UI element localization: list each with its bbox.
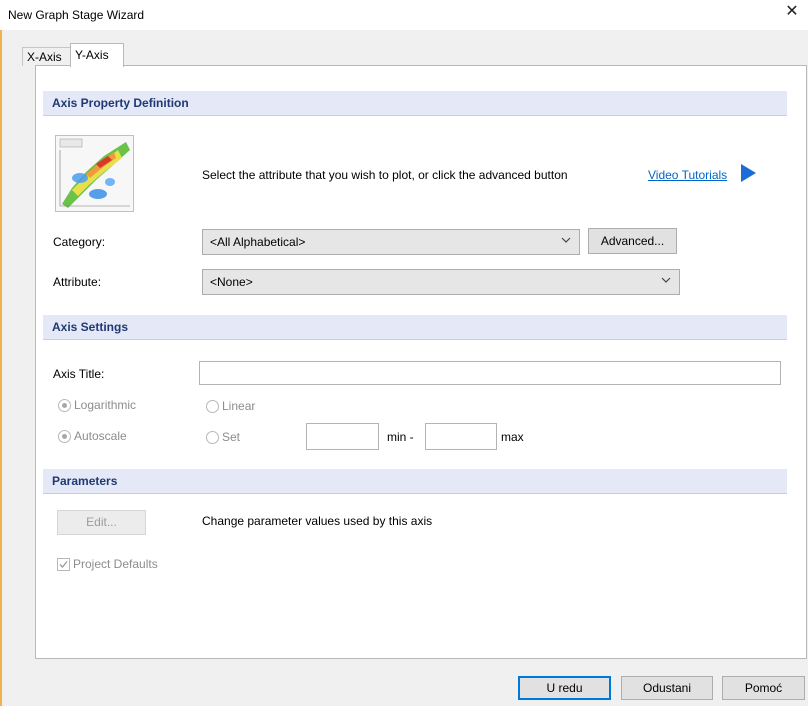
help-button[interactable]: Pomoć xyxy=(722,676,805,700)
axis-title-input[interactable] xyxy=(199,361,781,385)
autoscale-label: Autoscale xyxy=(74,429,127,443)
parameters-header: Parameters xyxy=(43,469,787,494)
parameters-title: Parameters xyxy=(52,474,118,488)
chart-thumbnail-icon xyxy=(55,135,134,212)
axis-property-title: Axis Property Definition xyxy=(52,96,189,110)
tab-content-panel: Axis Property Definition Select the attr… xyxy=(35,65,807,659)
project-defaults-checkbox[interactable] xyxy=(57,558,70,571)
title-bar[interactable]: New Graph Stage Wizard ✕ xyxy=(0,0,808,30)
logarithmic-radio[interactable] xyxy=(58,399,71,412)
axis-property-header: Axis Property Definition xyxy=(43,91,787,116)
axis-settings-title: Axis Settings xyxy=(52,320,129,334)
set-radio[interactable] xyxy=(206,431,219,444)
max-label: max xyxy=(501,430,524,444)
category-label: Category: xyxy=(53,235,106,249)
advanced-button[interactable]: Advanced... xyxy=(588,228,677,254)
linear-label: Linear xyxy=(222,399,256,413)
tab-x-axis[interactable]: X-Axis xyxy=(22,47,72,66)
attribute-label: Attribute: xyxy=(53,275,102,289)
set-label: Set xyxy=(222,430,241,444)
tab-x-axis-label: X-Axis xyxy=(27,50,62,64)
ok-button[interactable]: U redu xyxy=(518,676,611,700)
axis-instruction-text: Select the attribute that you wish to pl… xyxy=(202,168,568,182)
linear-radio[interactable] xyxy=(206,400,219,413)
close-icon[interactable]: ✕ xyxy=(784,4,800,20)
axis-title-label: Axis Title: xyxy=(53,367,105,381)
window-border xyxy=(0,0,2,706)
attribute-dropdown[interactable]: <None> xyxy=(202,269,680,295)
min-label: min - xyxy=(387,430,414,444)
checkmark-icon xyxy=(59,561,68,568)
min-input[interactable] xyxy=(306,423,379,450)
category-value: <All Alphabetical> xyxy=(210,235,306,249)
play-icon[interactable] xyxy=(741,164,756,182)
video-tutorials-link[interactable]: Video Tutorials xyxy=(648,168,727,182)
axis-settings-header: Axis Settings xyxy=(43,315,787,340)
edit-parameters-button[interactable]: Edit... xyxy=(57,510,146,535)
parameters-description: Change parameter values used by this axi… xyxy=(202,514,433,528)
autoscale-radio[interactable] xyxy=(58,430,71,443)
category-dropdown[interactable]: <All Alphabetical> xyxy=(202,229,580,255)
max-input[interactable] xyxy=(425,423,497,450)
cancel-button[interactable]: Odustani xyxy=(621,676,713,700)
attribute-value: <None> xyxy=(210,275,253,289)
tab-y-axis[interactable]: Y-Axis xyxy=(70,43,124,67)
tab-y-axis-label: Y-Axis xyxy=(75,48,109,62)
logarithmic-label: Logarithmic xyxy=(74,398,137,412)
window-title: New Graph Stage Wizard xyxy=(8,8,145,22)
wizard-window: New Graph Stage Wizard ✕ X-Axis Y-Axis A… xyxy=(0,0,808,706)
project-defaults-label: Project Defaults xyxy=(73,557,158,571)
chevron-down-icon xyxy=(661,277,671,283)
chevron-down-icon xyxy=(561,237,571,243)
